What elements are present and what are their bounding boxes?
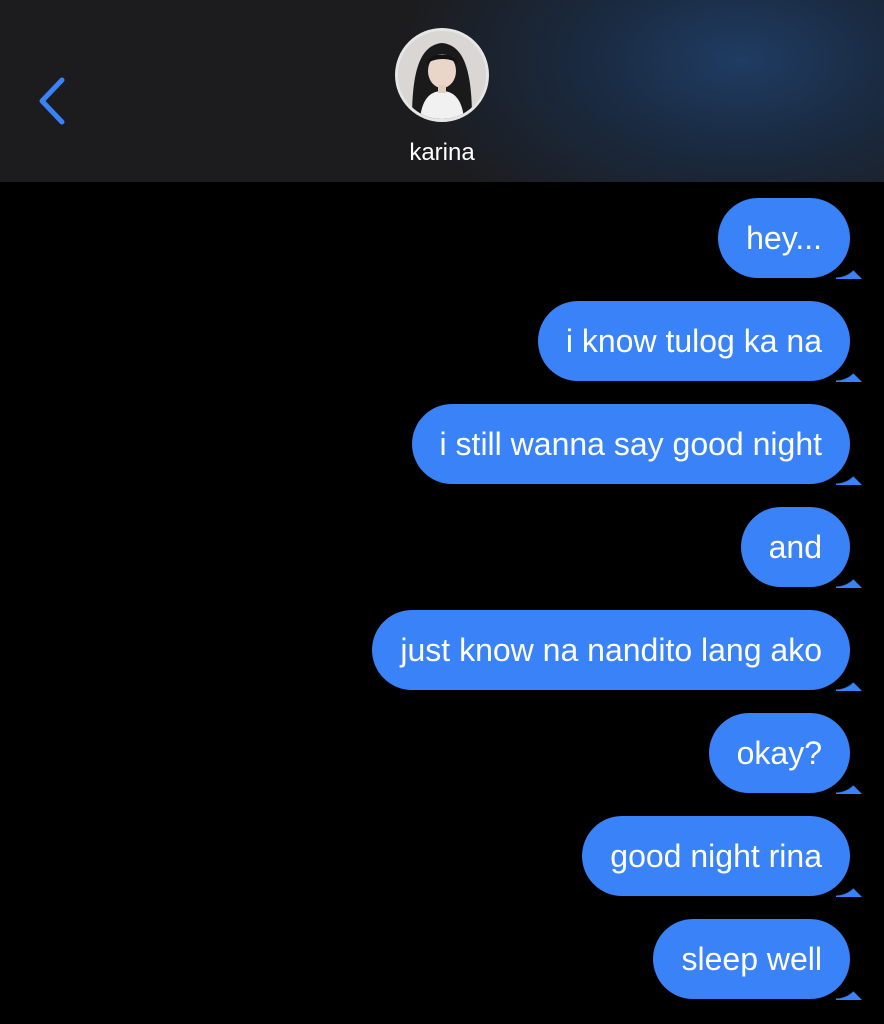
message-bubble-outgoing[interactable]: i know tulog ka na bbox=[537, 301, 850, 381]
message-thread[interactable]: hey... i know tulog ka na i still wanna … bbox=[0, 182, 884, 1024]
avatar[interactable] bbox=[395, 28, 489, 122]
message-text: sleep well bbox=[681, 941, 822, 977]
message-text: okay? bbox=[736, 735, 822, 771]
message-text: and bbox=[768, 529, 822, 565]
message-text: good night rina bbox=[610, 838, 822, 874]
message-text: just know na nandito lang ako bbox=[400, 632, 822, 668]
contact-name[interactable]: karina bbox=[0, 138, 884, 168]
message-text: hey... bbox=[746, 220, 822, 256]
conversation-header: karina bbox=[0, 0, 884, 182]
message-text: i know tulog ka na bbox=[565, 323, 822, 359]
contact-photo bbox=[398, 31, 486, 119]
message-bubble-outgoing[interactable]: sleep well bbox=[653, 919, 850, 999]
chevron-left-icon bbox=[28, 70, 80, 132]
message-bubble-outgoing[interactable]: okay? bbox=[708, 713, 850, 793]
message-bubble-outgoing[interactable]: and bbox=[740, 507, 850, 587]
message-bubble-outgoing[interactable]: just know na nandito lang ako bbox=[372, 610, 850, 690]
back-button[interactable] bbox=[28, 70, 80, 132]
message-bubble-outgoing[interactable]: i still wanna say good night bbox=[411, 404, 850, 484]
messages-screen: karina hey... i know tulog ka na i still… bbox=[0, 0, 884, 1024]
message-bubble-outgoing[interactable]: good night rina bbox=[582, 816, 850, 896]
message-bubble-outgoing[interactable]: hey... bbox=[718, 198, 850, 278]
message-text: i still wanna say good night bbox=[439, 426, 822, 462]
